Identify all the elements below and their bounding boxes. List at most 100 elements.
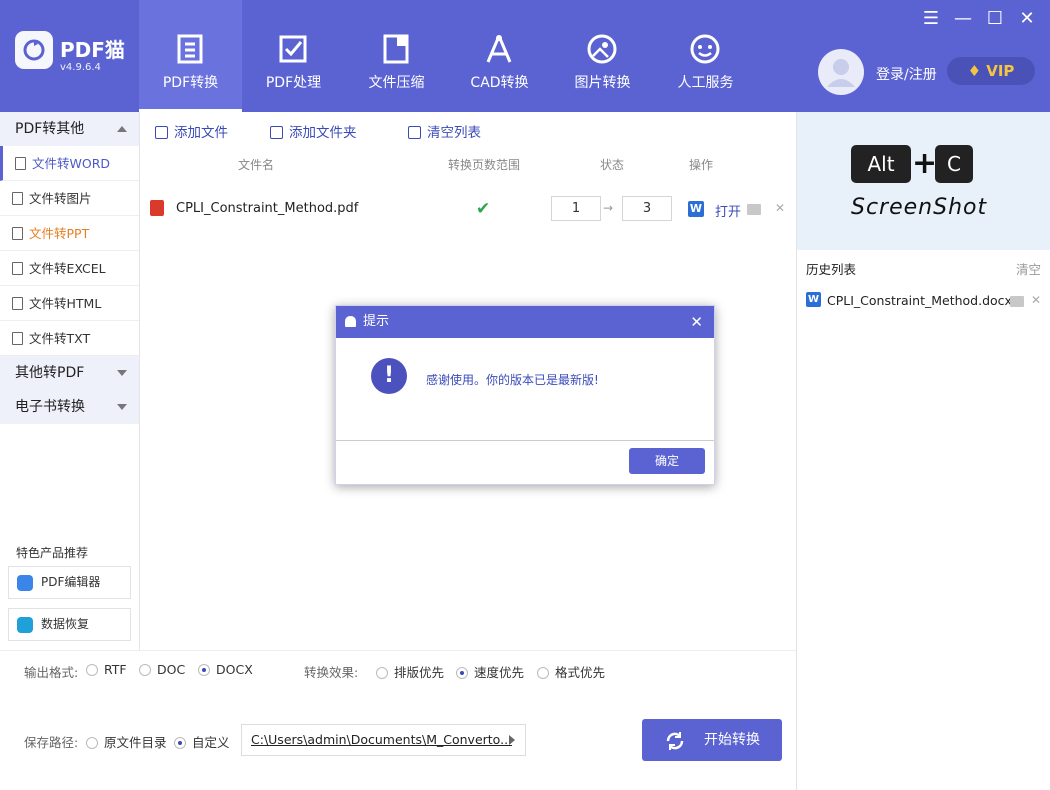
output-format-label: 输出格式: — [24, 665, 79, 680]
format-option-rtf[interactable]: RTF — [86, 662, 127, 677]
section-label: 电子书转换 — [15, 399, 85, 415]
word-icon: W — [806, 292, 821, 307]
menu-button[interactable]: ☰ — [920, 8, 942, 30]
nav-compress[interactable]: 文件压缩 — [345, 0, 448, 112]
nav-label: CAD转换 — [470, 75, 529, 91]
effect-label: 转换效果: — [304, 665, 359, 680]
option-label: DOCX — [216, 662, 253, 677]
screenshot-promo[interactable] — [797, 112, 1050, 250]
exclamation-icon: ! — [371, 358, 407, 394]
nav-pdf-process[interactable]: PDF处理 — [242, 0, 345, 112]
effect-option-layout[interactable]: 排版优先 — [376, 662, 444, 681]
sidebar-item-to-ppt[interactable]: 文件转PPT — [0, 216, 139, 251]
nav-service[interactable]: 人工服务 — [654, 0, 757, 112]
save-path-field[interactable]: C:\Users\admin\Documents\M_Converto... — [241, 724, 526, 756]
dialog-close-button[interactable]: ✕ — [690, 306, 703, 338]
dialog-ok-button[interactable]: 确定 — [629, 448, 705, 474]
radio-selected-icon — [198, 664, 210, 676]
start-convert-button[interactable]: 开始转换 — [642, 719, 782, 761]
column-header-page-range: 转换页数范围 — [448, 158, 521, 172]
history-clear-link[interactable]: 清空 — [1016, 259, 1041, 278]
save-path-value: C:\Users\admin\Documents\M_Converto... — [251, 732, 513, 747]
remove-row-icon[interactable]: ✕ — [775, 201, 785, 215]
sidebar-item-label: 文件转图片 — [29, 191, 92, 206]
data-recovery-button[interactable]: 数据恢复 — [8, 608, 131, 641]
clear-list-button[interactable]: 清空列表 — [408, 121, 481, 141]
screenshot-caption: ScreenShot — [851, 195, 988, 220]
page-from-input[interactable]: 1 — [551, 196, 601, 221]
login-register-link[interactable]: 登录/注册 — [876, 64, 937, 84]
folder-icon[interactable] — [747, 204, 761, 215]
column-header-status: 状态 — [600, 158, 625, 172]
sidebar-section-other-to-pdf[interactable]: 其他转PDF — [0, 356, 139, 390]
vip-label: VIP — [986, 62, 1015, 80]
nav-label: 文件压缩 — [368, 75, 425, 91]
option-label: DOC — [157, 662, 186, 677]
radio-selected-icon — [456, 667, 468, 679]
save-option-original[interactable]: 原文件目录 — [86, 732, 167, 751]
nav-label: 人工服务 — [677, 75, 734, 91]
folder-icon[interactable] — [1010, 296, 1024, 307]
effect-option-format[interactable]: 格式优先 — [537, 662, 605, 681]
sidebar-item-label: 文件转PPT — [29, 226, 90, 241]
file-icon — [12, 297, 23, 310]
nav-label: PDF转换 — [162, 75, 219, 91]
add-file-icon — [155, 126, 168, 139]
section-label: PDF转其他 — [15, 121, 85, 137]
remove-history-icon[interactable]: ✕ — [1031, 293, 1041, 307]
radio-icon — [86, 664, 98, 676]
nav-pdf-convert[interactable]: PDF转换 — [139, 0, 242, 112]
clear-list-label: 清空列表 — [427, 125, 481, 141]
minimize-button[interactable]: — — [952, 8, 974, 30]
radio-icon — [139, 664, 151, 676]
sidebar-item-to-image[interactable]: 文件转图片 — [0, 181, 139, 216]
add-file-label: 添加文件 — [174, 125, 228, 141]
word-icon: W — [688, 201, 704, 217]
chevron-right-icon[interactable] — [509, 735, 515, 745]
column-header-action: 操作 — [689, 158, 714, 172]
file-icon — [12, 332, 23, 345]
sidebar-item-to-txt[interactable]: 文件转TXT — [0, 321, 139, 356]
sidebar-item-to-excel[interactable]: 文件转EXCEL — [0, 251, 139, 286]
sidebar-item-to-word[interactable]: 文件转WORD — [0, 146, 139, 181]
open-link[interactable]: 打开 — [715, 201, 741, 220]
compress-icon — [383, 34, 409, 64]
sidebar-item-label: 文件转EXCEL — [29, 261, 106, 276]
file-icon — [12, 192, 23, 205]
add-folder-button[interactable]: 添加文件夹 — [270, 121, 357, 141]
sidebar-item-to-html[interactable]: 文件转HTML — [0, 286, 139, 321]
maximize-button[interactable]: ☐ — [984, 8, 1006, 30]
notice-dialog: 提示 ✕ ! 感谢使用。你的版本已是最新版! 确定 — [335, 305, 715, 485]
file-icon — [12, 227, 23, 240]
sidebar-section-pdf-to-other[interactable]: PDF转其他 — [0, 112, 139, 146]
page-to-input[interactable]: 3 — [622, 196, 672, 221]
chevron-up-icon — [117, 126, 127, 132]
format-option-doc[interactable]: DOC — [139, 662, 185, 677]
pdf-file-icon — [150, 200, 164, 216]
format-option-docx[interactable]: DOCX — [198, 662, 253, 677]
service-icon — [690, 34, 720, 64]
sidebar-item-label: 文件转HTML — [29, 296, 102, 311]
save-option-custom[interactable]: 自定义 — [174, 732, 230, 751]
avatar[interactable] — [818, 49, 864, 95]
plus-sign: + — [912, 146, 938, 181]
vip-button[interactable]: ♦ VIP — [947, 57, 1035, 85]
nav-image-convert[interactable]: 图片转换 — [551, 0, 654, 112]
chevron-down-icon — [117, 370, 127, 376]
alt-key: Alt — [851, 145, 911, 183]
sidebar-section-ebook[interactable]: 电子书转换 — [0, 390, 139, 424]
image-convert-icon — [587, 34, 617, 64]
nav-cad[interactable]: CAD转换 — [448, 0, 551, 112]
close-window-button[interactable]: ✕ — [1016, 8, 1038, 30]
featured-title: 特色产品推荐 — [16, 546, 89, 560]
history-item[interactable]: CPLI_Constraint_Method.docx — [827, 293, 1012, 308]
check-icon: ✔ — [476, 199, 491, 219]
app-title: PDF猫 — [60, 38, 125, 62]
dialog-message: 感谢使用。你的版本已是最新版! — [426, 373, 599, 387]
effect-option-speed[interactable]: 速度优先 — [456, 662, 524, 681]
radio-icon — [86, 737, 98, 749]
add-file-button[interactable]: 添加文件 — [155, 121, 228, 141]
add-folder-label: 添加文件夹 — [289, 125, 357, 141]
pdf-editor-button[interactable]: PDF编辑器 — [8, 566, 131, 599]
nav-label: 图片转换 — [574, 75, 631, 91]
